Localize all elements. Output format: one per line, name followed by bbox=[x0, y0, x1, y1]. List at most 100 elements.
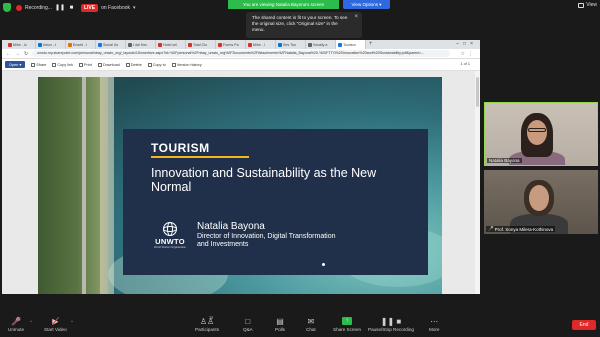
print-label: Print bbox=[84, 62, 92, 67]
globe-icon bbox=[161, 221, 179, 236]
slide-label: TOURISM bbox=[151, 141, 210, 155]
facebook-label[interactable]: on Facebook bbox=[101, 5, 130, 11]
browser-tab[interactable]: Mihe - Ic bbox=[6, 40, 36, 49]
participants-count: 72 bbox=[208, 315, 214, 320]
browser-tab[interactable]: Vocally a bbox=[306, 40, 336, 49]
polls-icon: ▤ bbox=[276, 316, 284, 326]
open-button[interactable]: Open ▾ bbox=[5, 61, 26, 68]
chat-icon: ✉ bbox=[307, 316, 315, 326]
tab-favicon-icon bbox=[248, 42, 252, 47]
presentation-slide: TOURISM Innovation and Sustainability as… bbox=[38, 77, 442, 294]
start-video-button[interactable]: ▶ Start Video bbox=[44, 316, 67, 333]
unmute-label: Unmute bbox=[8, 327, 25, 332]
browser-menu-icon[interactable]: ☆⋮ bbox=[461, 51, 476, 57]
video-options-caret[interactable]: ^ bbox=[71, 319, 73, 324]
scrollbar-thumb[interactable] bbox=[476, 77, 479, 107]
speaker-block: UNWTO World Tourism Organization Natalia… bbox=[151, 221, 347, 249]
participants-button[interactable]: ♙♙ 72 Participants bbox=[195, 315, 220, 332]
more-button[interactable]: ⋯ More bbox=[429, 316, 439, 333]
audio-options-caret[interactable]: ^ bbox=[30, 319, 32, 324]
live-badge[interactable]: LIVE bbox=[80, 3, 99, 12]
url-field[interactable]: unwto-my.sharepoint.com/personal/nbay_un… bbox=[32, 50, 450, 57]
browser-tab[interactable]: Inbox - t bbox=[36, 40, 66, 49]
view-label: View bbox=[586, 2, 597, 8]
recording-status: Recording... ❚❚ ■ LIVE on Facebook ▾ bbox=[3, 2, 136, 13]
share-label: Share bbox=[36, 62, 47, 67]
version-history-button[interactable]: Version history bbox=[171, 62, 202, 67]
browser-tab[interactable]: Forms Pa bbox=[216, 40, 246, 49]
slide-background-road bbox=[82, 77, 86, 294]
tab-favicon-icon bbox=[38, 42, 42, 47]
trash-icon bbox=[125, 62, 130, 67]
viewer-scrollbar[interactable] bbox=[475, 71, 480, 294]
tab-label: I dal Hec bbox=[133, 42, 148, 47]
end-button[interactable]: End bbox=[572, 320, 596, 330]
document-toolbar: Open ▾ Share Copy link Print Download De… bbox=[2, 59, 480, 71]
qa-icon: □ bbox=[245, 316, 251, 326]
new-tab-button[interactable]: + bbox=[366, 40, 376, 49]
browser-tab[interactable]: Ses Too bbox=[276, 40, 306, 49]
forward-icon[interactable]: → bbox=[15, 51, 20, 57]
share-screen-button[interactable]: ↑ Share Screen bbox=[333, 316, 361, 332]
meeting-controls: 🎤 Unmute ^ ▶ Start Video ^ ♙♙ 72 Particip… bbox=[0, 313, 600, 337]
participants-icon: ♙♙ 72 bbox=[199, 315, 215, 326]
delete-label: Delete bbox=[130, 62, 142, 67]
print-button[interactable]: Print bbox=[79, 62, 92, 67]
qa-label: Q&A bbox=[243, 327, 253, 332]
logo-subtext: World Tourism Organization bbox=[154, 246, 186, 249]
tooltip-text: The shared content is fit to your screen… bbox=[252, 15, 348, 32]
chat-button[interactable]: ✉ Chat bbox=[306, 316, 316, 333]
window-controls[interactable]: –□× bbox=[456, 40, 477, 49]
browser-tab[interactable]: Enselt - I bbox=[66, 40, 96, 49]
fit-to-screen-tooltip: The shared content is fit to your screen… bbox=[246, 12, 362, 38]
participant-video-tile[interactable]: Natalia Bayona bbox=[484, 102, 598, 166]
participant-name-tag: 🎤 Prof. Sonya Milera-Kothinova bbox=[486, 226, 556, 232]
copy-link-label: Copy link bbox=[57, 62, 74, 67]
download-label: Download bbox=[102, 62, 120, 67]
tab-favicon-icon bbox=[278, 42, 282, 47]
more-icon: ⋯ bbox=[430, 316, 439, 326]
share-button[interactable]: Share bbox=[31, 62, 47, 67]
reload-icon[interactable]: ↻ bbox=[24, 51, 28, 57]
copy-link-button[interactable]: Copy link bbox=[52, 62, 74, 67]
unmute-button[interactable]: 🎤 Unmute bbox=[8, 316, 25, 333]
browser-tab[interactable]: Social Us bbox=[96, 40, 126, 49]
back-icon[interactable]: ← bbox=[6, 51, 11, 57]
shield-icon[interactable] bbox=[3, 3, 11, 12]
polls-button[interactable]: ▤ Polls bbox=[275, 316, 285, 333]
download-button[interactable]: Download bbox=[97, 62, 120, 67]
participant-name: Natalia Bayona bbox=[489, 158, 520, 163]
pause-recording-button[interactable]: ❚❚ ■ Pause/Stop Recording bbox=[368, 316, 414, 333]
pause-recording-icon[interactable]: ❚❚ bbox=[55, 4, 65, 11]
view-options-button[interactable]: View Options ▾ bbox=[343, 0, 390, 9]
browser-tab[interactable]: Hotel cel bbox=[156, 40, 186, 49]
tab-favicon-icon bbox=[128, 42, 132, 47]
version-history-label: Version history bbox=[176, 62, 202, 67]
slide-background-beach bbox=[100, 77, 114, 294]
chevron-down-icon[interactable]: ▾ bbox=[133, 5, 136, 11]
browser-tab[interactable]: Total Clo bbox=[186, 40, 216, 49]
page-indicator: 1 of 1 bbox=[460, 62, 471, 66]
tab-label: Mihe - Ic bbox=[13, 42, 27, 47]
chat-label: Chat bbox=[306, 327, 316, 332]
gallery-view-icon bbox=[578, 2, 585, 8]
view-button[interactable]: View bbox=[578, 2, 597, 8]
stop-recording-icon[interactable]: ■ bbox=[67, 5, 76, 11]
participants-label: Participants bbox=[195, 327, 220, 332]
viewing-screen-banner: You are viewing Natalia Bayona's screen bbox=[228, 0, 339, 9]
video-off-icon: ▶ bbox=[52, 316, 59, 326]
start-video-label: Start Video bbox=[44, 327, 67, 332]
browser-tab-active[interactable]: Tourism bbox=[336, 40, 366, 49]
tab-label: Enselt - I bbox=[73, 42, 88, 47]
browser-tab[interactable]: Mihe - I bbox=[246, 40, 276, 49]
share-screen-icon-wrap: ↑ bbox=[342, 316, 353, 326]
participant-video-tile[interactable]: 🎤 Prof. Sonya Milera-Kothinova bbox=[484, 170, 598, 234]
copy-to-button[interactable]: Copy to bbox=[147, 62, 166, 67]
browser-tab[interactable]: I dal Hec bbox=[126, 40, 156, 49]
share-icon bbox=[31, 62, 36, 67]
close-icon[interactable]: × bbox=[354, 14, 358, 20]
link-icon bbox=[52, 62, 57, 67]
delete-button[interactable]: Delete bbox=[125, 62, 142, 67]
browser-tab-strip: Mihe - Ic Inbox - t Enselt - I Social Us… bbox=[2, 40, 480, 49]
qa-button[interactable]: □ Q&A bbox=[243, 316, 253, 333]
